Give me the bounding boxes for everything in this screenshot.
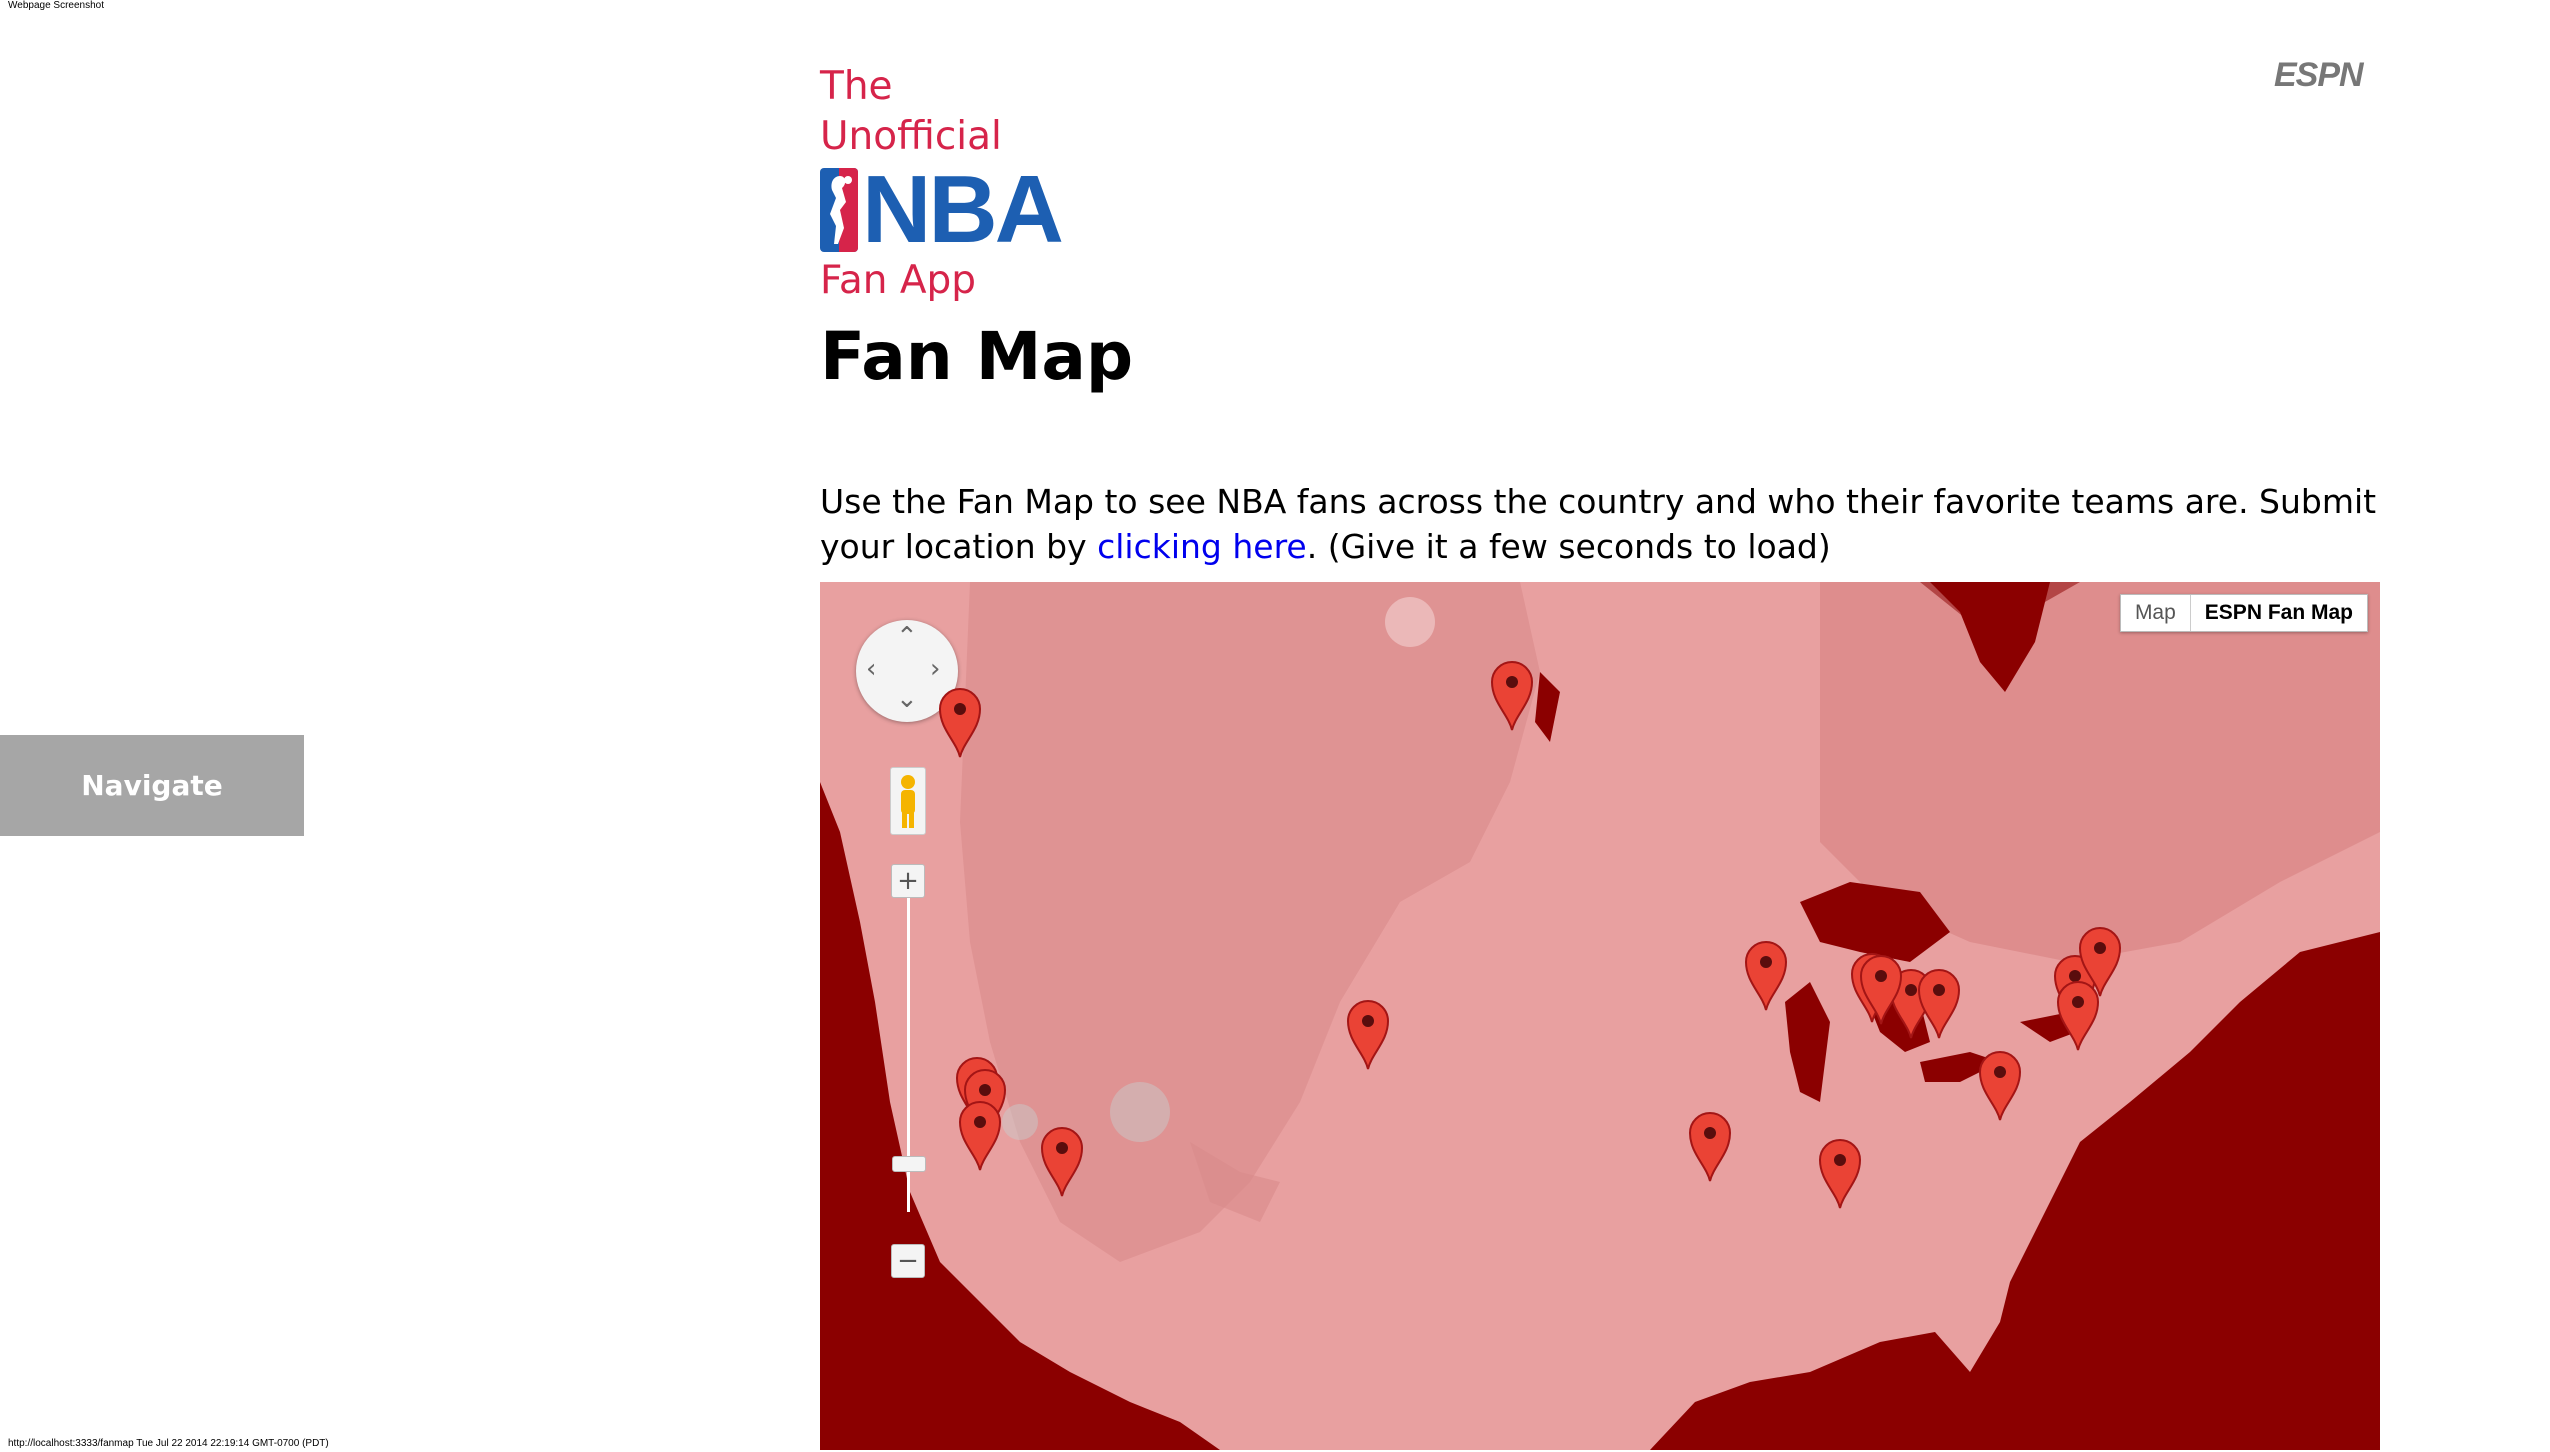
fan-marker-icon[interactable] bbox=[1978, 1048, 2022, 1122]
fan-marker-icon[interactable] bbox=[958, 1098, 1002, 1172]
map-tiles[interactable] bbox=[820, 582, 2380, 1450]
intro-paragraph: Use the Fan Map to see NBA fans across t… bbox=[820, 479, 2380, 569]
fan-marker-icon[interactable] bbox=[1040, 1124, 1084, 1198]
nba-wordmark: NBA bbox=[862, 156, 1064, 263]
map-type-map-button[interactable]: Map bbox=[2121, 595, 2191, 631]
nba-logo: NBA bbox=[820, 156, 1080, 263]
street-view-pegman-icon[interactable] bbox=[890, 767, 926, 835]
zoom-slider-handle[interactable] bbox=[892, 1156, 926, 1172]
navigate-button[interactable]: Navigate bbox=[0, 735, 304, 836]
fan-map[interactable]: Map ESPN Fan Map ⌃ ⌄ ‹ › + − bbox=[820, 582, 2380, 1450]
nba-logoman-icon bbox=[820, 168, 858, 252]
map-type-control: Map ESPN Fan Map bbox=[2119, 594, 2368, 632]
intro-text-end: . (Give it a few seconds to load) bbox=[1306, 527, 1831, 566]
fan-marker-icon[interactable] bbox=[2056, 978, 2100, 1052]
fan-marker-icon[interactable] bbox=[1346, 997, 1390, 1071]
espn-logo[interactable]: ESPN bbox=[2274, 56, 2364, 95]
pan-up-icon[interactable]: ⌃ bbox=[896, 624, 918, 650]
pan-down-icon[interactable]: ⌄ bbox=[896, 686, 918, 712]
screenshot-title: Webpage Screenshot bbox=[8, 0, 104, 11]
zoom-out-button[interactable]: − bbox=[891, 1244, 925, 1278]
map-type-espn-button[interactable]: ESPN Fan Map bbox=[2191, 595, 2367, 631]
logo-line-fan-app: Fan App bbox=[820, 258, 977, 303]
screenshot-footer-url: http://localhost:3333/fanmap Tue Jul 22 … bbox=[8, 1438, 329, 1449]
fan-marker-icon[interactable] bbox=[1917, 966, 1961, 1040]
app-logo[interactable]: The Unofficial NBA Fan App bbox=[820, 62, 1080, 306]
page-title: Fan Map bbox=[820, 318, 1134, 395]
fan-marker-icon[interactable] bbox=[938, 685, 982, 759]
pan-left-icon[interactable]: ‹ bbox=[866, 656, 876, 682]
fan-marker-icon[interactable] bbox=[1688, 1109, 1732, 1183]
pan-right-icon[interactable]: › bbox=[930, 656, 940, 682]
logo-line-unofficial: The Unofficial bbox=[820, 64, 1002, 159]
fan-marker-icon[interactable] bbox=[1859, 952, 1903, 1026]
zoom-in-button[interactable]: + bbox=[891, 864, 925, 898]
submit-location-link[interactable]: clicking here bbox=[1097, 527, 1307, 566]
fan-marker-icon[interactable] bbox=[1490, 658, 1534, 732]
fan-marker-icon[interactable] bbox=[1818, 1136, 1862, 1210]
fan-marker-icon[interactable] bbox=[1744, 938, 1788, 1012]
